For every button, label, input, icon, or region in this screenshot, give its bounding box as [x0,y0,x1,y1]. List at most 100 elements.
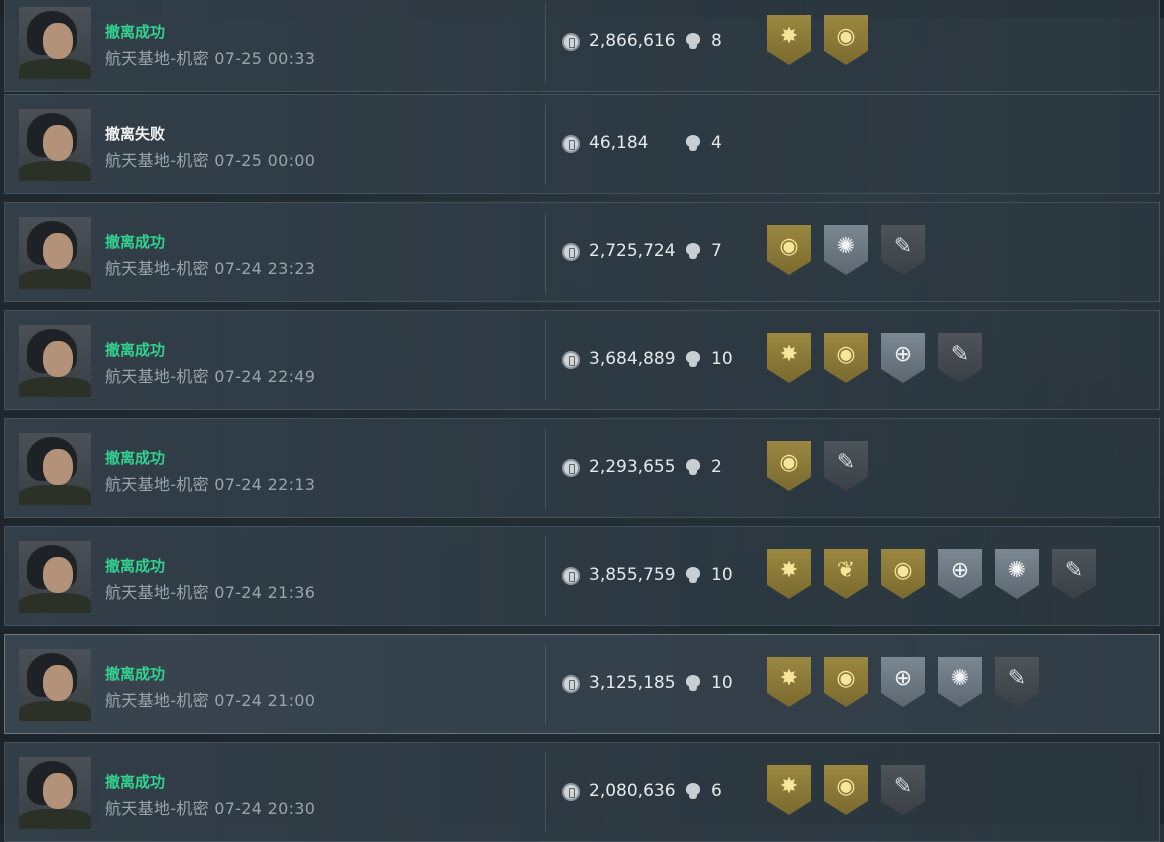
explosion-icon[interactable]: ✺ [938,657,982,707]
rifle-icon[interactable]: ✎ [824,441,868,491]
operator-avatar [19,433,91,505]
medal-glyph: ◉ [779,234,799,259]
match-record-row[interactable]: 撤离成功 航天基地-机密 07-24 21:00 3,125,185 10 ✸ ◉… [4,634,1160,734]
kill-count: 4 [711,133,722,153]
operator-avatar [19,109,91,181]
column-divider [545,3,546,83]
skull-icon [685,351,701,368]
match-datetime: 07-24 23:23 [214,259,316,278]
match-datetime: 07-25 00:00 [214,151,316,170]
kill-count: 10 [711,349,733,369]
map-name: 航天基地-机密 [105,49,209,68]
rifle-icon[interactable]: ✎ [995,657,1039,707]
sunburst-icon[interactable]: ✸ [767,549,811,599]
medal-glyph: ◉ [836,24,856,49]
kill-count: 6 [711,781,722,801]
loot-value: 2,080,636 [589,781,676,801]
kill-count: 10 [711,673,733,693]
emblem-icon[interactable]: ◉ [824,765,868,815]
match-datetime: 07-24 22:49 [214,367,316,386]
map-name: 航天基地-机密 [105,583,209,602]
medal-list: ✸ ◉ ✎ [767,765,925,821]
explosion-icon[interactable]: ✺ [824,225,868,275]
kill-count: 2 [711,457,722,477]
extraction-status: 撤离成功 [105,773,166,791]
rifle-icon[interactable]: ✎ [1052,549,1096,599]
map-and-time: 航天基地-机密 07-24 21:36 [105,579,315,603]
skull-icon [685,135,701,152]
match-record-row[interactable]: 撤离成功 航天基地-机密 07-24 20:30 2,080,636 6 ✸ ◉ ✎ [4,742,1160,842]
medal-glyph: ✺ [836,234,856,259]
operator-avatar [19,757,91,829]
kill-count: 10 [711,565,733,585]
emblem-icon[interactable]: ◉ [824,333,868,383]
currency-icon [562,243,580,261]
crosshair-icon[interactable]: ⊕ [938,549,982,599]
emblem-icon[interactable]: ◉ [767,225,811,275]
column-divider [545,537,546,617]
map-and-time: 航天基地-机密 07-24 23:23 [105,255,315,279]
crosshair-icon[interactable]: ⊕ [881,657,925,707]
medal-glyph: ⊕ [950,558,970,583]
extraction-status: 撤离成功 [105,23,166,41]
match-datetime: 07-25 00:33 [214,49,316,68]
loot-value: 3,125,185 [589,673,676,693]
crosshair-icon[interactable]: ⊕ [881,333,925,383]
rifle-icon[interactable]: ✎ [938,333,982,383]
match-record-row[interactable]: 撤离成功 航天基地-机密 07-24 23:23 2,725,724 7 ◉ ✺ ✎ [4,202,1160,302]
medal-glyph: ◉ [836,774,856,799]
currency-icon [562,783,580,801]
map-and-time: 航天基地-机密 07-24 20:30 [105,795,315,819]
emblem-icon[interactable]: ◉ [824,657,868,707]
sunburst-icon[interactable]: ✸ [767,15,811,65]
sunburst-icon[interactable]: ✸ [767,333,811,383]
medal-glyph: ◉ [836,342,856,367]
rifle-icon[interactable]: ✎ [881,225,925,275]
medal-glyph: ◉ [893,558,913,583]
loot-value: 46,184 [589,133,649,153]
column-divider [545,213,546,293]
match-datetime: 07-24 21:00 [214,691,316,710]
match-record-row[interactable]: 撤离成功 航天基地-机密 07-24 21:36 3,855,759 10 ✸ ❦… [4,526,1160,626]
kill-count: 7 [711,241,722,261]
column-divider [545,321,546,401]
explosion-icon[interactable]: ✺ [995,549,1039,599]
map-and-time: 航天基地-机密 07-25 00:00 [105,147,315,171]
sunburst-icon[interactable]: ✸ [767,657,811,707]
emblem-icon[interactable]: ◉ [881,549,925,599]
medal-glyph: ✎ [950,342,970,367]
currency-icon [562,567,580,585]
medal-glyph: ⊕ [893,342,913,367]
match-record-row[interactable]: 撤离成功 航天基地-机密 07-24 22:49 3,684,889 10 ✸ ◉… [4,310,1160,410]
operator-avatar [19,649,91,721]
operator-avatar [19,217,91,289]
map-and-time: 航天基地-机密 07-24 21:00 [105,687,315,711]
match-record-row[interactable]: 撤离成功 航天基地-机密 07-24 22:13 2,293,655 2 ◉ ✎ [4,418,1160,518]
rifle-icon[interactable]: ✎ [881,765,925,815]
kill-count: 8 [711,31,722,51]
medal-list: ✸ ◉ ⊕ ✎ [767,333,982,389]
skull-icon [685,675,701,692]
extraction-status: 撤离成功 [105,341,166,359]
loot-value: 3,684,889 [589,349,676,369]
extraction-status: 撤离成功 [105,449,166,467]
emblem-icon[interactable]: ◉ [824,15,868,65]
medal-glyph: ✎ [893,774,913,799]
column-divider [545,429,546,509]
match-record-row[interactable]: 撤离失败 航天基地-机密 07-25 00:00 46,184 4 [4,94,1160,194]
emblem-icon[interactable]: ◉ [767,441,811,491]
medal-glyph: ✺ [950,666,970,691]
match-record-row[interactable]: 撤离成功 航天基地-机密 07-25 00:33 2,866,616 8 ✸ ◉ [4,0,1160,92]
medal-glyph: ◉ [779,450,799,475]
wreath-icon[interactable]: ❦ [824,549,868,599]
skull-icon [685,567,701,584]
sunburst-icon[interactable]: ✸ [767,765,811,815]
loot-value: 2,725,724 [589,241,676,261]
medal-list: ◉ ✺ ✎ [767,225,925,281]
medal-glyph: ✎ [1007,666,1027,691]
currency-icon [562,675,580,693]
loot-value: 2,866,616 [589,31,676,51]
match-datetime: 07-24 20:30 [214,799,316,818]
currency-icon [562,33,580,51]
operator-avatar [19,325,91,397]
